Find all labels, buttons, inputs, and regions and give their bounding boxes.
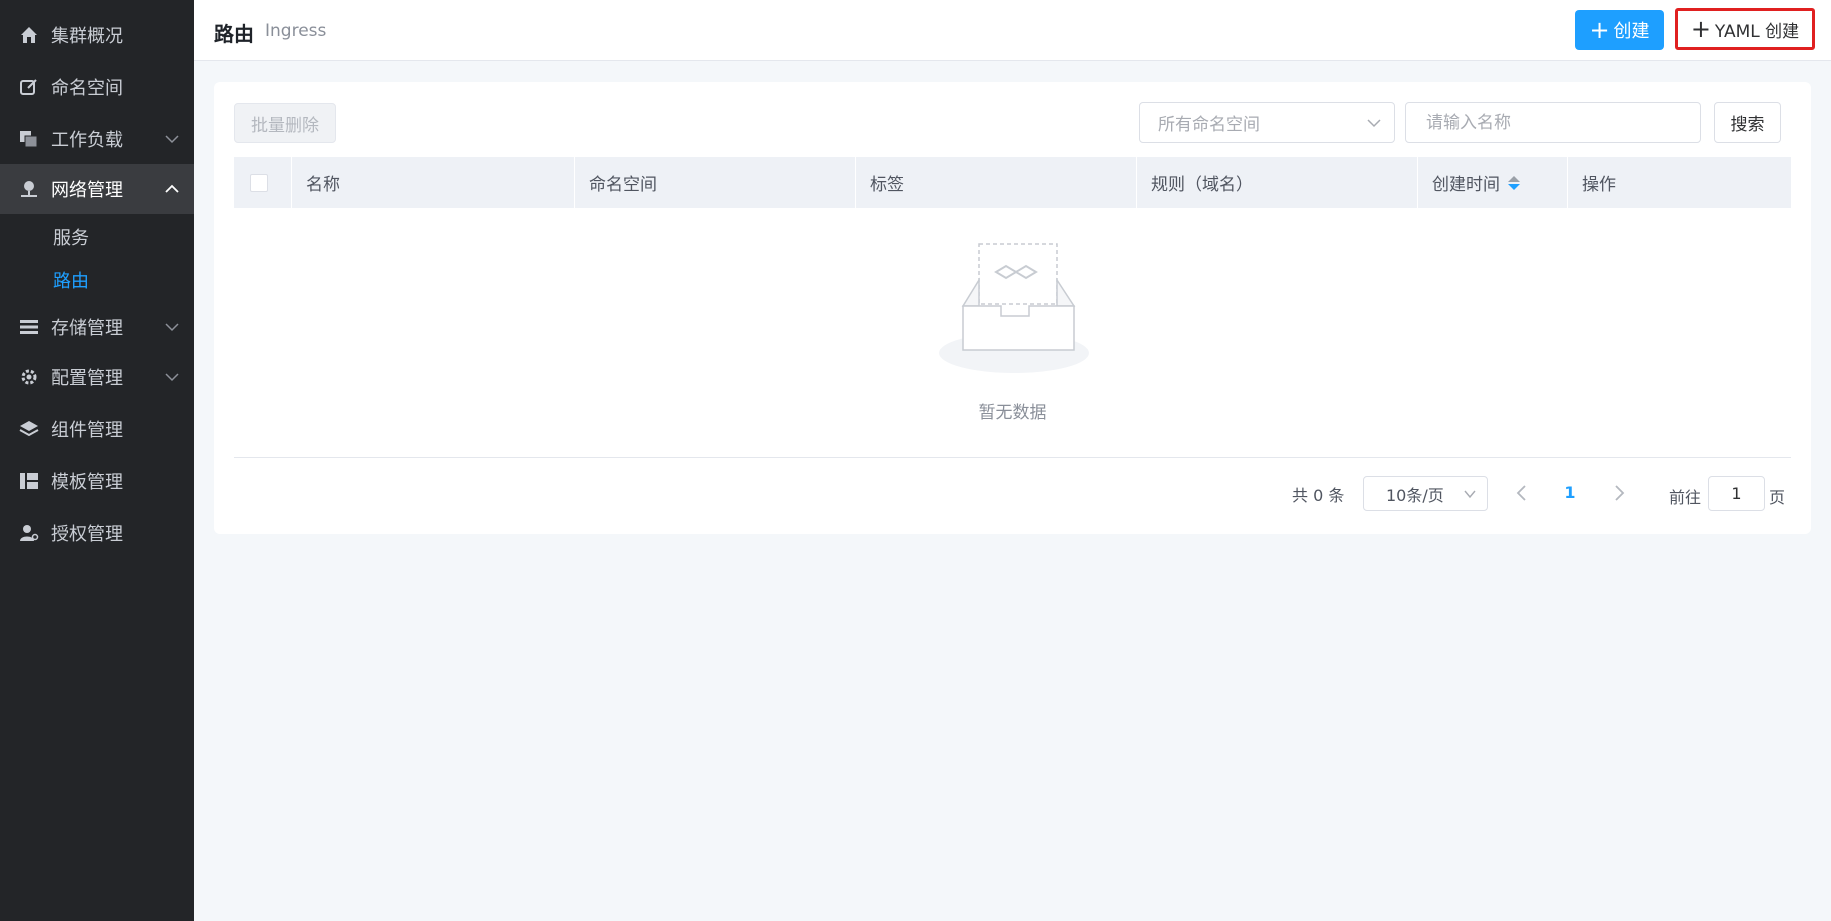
namespace-select-value: 所有命名空间 <box>1158 115 1260 135</box>
sidebar-item-network[interactable]: 网络管理 <box>0 164 194 214</box>
chevron-down-icon <box>165 323 179 332</box>
page-unit-label: 页 <box>1769 488 1786 507</box>
gear-icon <box>18 366 40 388</box>
sidebar-subitem-label: 服务 <box>53 228 89 249</box>
goto-page-input[interactable] <box>1708 476 1765 511</box>
sidebar-item-config[interactable]: 配置管理 <box>0 352 194 402</box>
column-header-name[interactable]: 名称 <box>291 157 574 208</box>
create-button-label: 创建 <box>1613 21 1650 42</box>
sidebar-item-label: 组件管理 <box>51 420 123 441</box>
sidebar-subitem-label: 路由 <box>53 271 89 292</box>
plus-icon: + <box>1690 15 1711 43</box>
current-page-number[interactable]: 1 <box>1558 483 1582 502</box>
next-page-icon[interactable] <box>1608 481 1630 505</box>
select-all-cell <box>234 157 291 208</box>
empty-box-icon <box>939 243 1089 373</box>
sidebar-item-label: 授权管理 <box>51 524 123 545</box>
sidebar-subitem-service[interactable]: 服务 <box>0 217 194 257</box>
sidebar-item-workload[interactable]: 工作负载 <box>0 114 194 164</box>
namespace-select[interactable]: 所有命名空间 <box>1139 102 1395 143</box>
sidebar-item-label: 集群概况 <box>51 26 123 47</box>
plus-icon: + <box>1589 16 1610 44</box>
column-header-label: 操作 <box>1582 175 1616 195</box>
column-header-label: 创建时间 <box>1432 175 1500 195</box>
sidebar-item-templates[interactable]: 模板管理 <box>0 456 194 506</box>
column-header-namespace[interactable]: 命名空间 <box>574 157 855 208</box>
name-search-input[interactable] <box>1405 102 1701 143</box>
create-button[interactable]: + 创建 <box>1575 10 1664 50</box>
sidebar-item-label: 模板管理 <box>51 472 123 493</box>
goto-label: 前往 <box>1669 488 1702 507</box>
chevron-down-icon <box>1464 490 1476 499</box>
template-icon <box>18 470 40 492</box>
chevron-down-icon <box>1367 119 1381 128</box>
sidebar-item-label: 存储管理 <box>51 318 123 339</box>
sidebar-item-cluster-overview[interactable]: 集群概况 <box>0 10 194 60</box>
page-header: 路由 Ingress + 创建 + YAML 创建 <box>194 0 1831 61</box>
page-subtitle: Ingress <box>265 21 327 41</box>
sidebar-item-components[interactable]: 组件管理 <box>0 404 194 454</box>
edit-icon <box>18 76 40 98</box>
sidebar-item-authorization[interactable]: 授权管理 <box>0 508 194 558</box>
storage-icon <box>18 316 40 338</box>
layers-icon <box>18 418 40 440</box>
page-size-value: 10条/页 <box>1386 485 1444 505</box>
empty-state-text: 暂无数据 <box>978 403 1047 423</box>
user-key-icon <box>18 522 40 544</box>
table-divider <box>234 457 1791 458</box>
network-icon <box>18 178 40 200</box>
column-header-created[interactable]: 创建时间 <box>1417 157 1567 208</box>
yaml-create-button[interactable]: + YAML 创建 <box>1675 8 1815 50</box>
sidebar-item-label: 命名空间 <box>51 78 123 99</box>
sidebar-item-storage[interactable]: 存储管理 <box>0 302 194 352</box>
page-size-select[interactable]: 10条/页 <box>1363 476 1488 511</box>
yaml-create-button-label: YAML 创建 <box>1714 21 1800 42</box>
pagination-total: 共 0 条 <box>1292 486 1345 505</box>
chevron-down-icon <box>165 373 179 382</box>
search-button[interactable]: 搜索 <box>1714 102 1781 143</box>
sidebar-item-label: 工作负载 <box>51 130 123 151</box>
column-header-rules[interactable]: 规则（域名） <box>1136 157 1417 208</box>
sidebar-item-label: 网络管理 <box>51 180 123 201</box>
chevron-down-icon <box>165 135 179 144</box>
page-title: 路由 <box>214 22 254 46</box>
sidebar-item-namespace[interactable]: 命名空间 <box>0 62 194 112</box>
column-header-label: 名称 <box>306 175 340 195</box>
prev-page-icon[interactable] <box>1511 481 1533 505</box>
sidebar-item-label: 配置管理 <box>51 368 123 389</box>
column-header-label: 规则（域名） <box>1151 175 1253 195</box>
column-header-label: 命名空间 <box>589 175 657 195</box>
column-header-labels[interactable]: 标签 <box>855 157 1136 208</box>
sidebar: 集群概况 命名空间 工作负载 网络管理 服务 路由 存储管理 配置管理 组件管理… <box>0 0 194 921</box>
column-header-actions: 操作 <box>1567 157 1791 208</box>
chevron-up-icon <box>165 184 179 193</box>
copy-icon <box>18 128 40 150</box>
sort-icon[interactable] <box>1508 175 1520 190</box>
batch-delete-button[interactable]: 批量删除 <box>234 103 336 143</box>
content-card: 批量删除 所有命名空间 搜索 名称 命名空间 标签 规则（域名） 创建时间 操作 <box>214 82 1811 534</box>
column-header-label: 标签 <box>870 175 904 195</box>
home-icon <box>18 24 40 46</box>
table-header: 名称 命名空间 标签 规则（域名） 创建时间 操作 <box>234 157 1791 208</box>
select-all-checkbox[interactable] <box>250 174 268 192</box>
sidebar-subitem-ingress[interactable]: 路由 <box>0 260 194 300</box>
